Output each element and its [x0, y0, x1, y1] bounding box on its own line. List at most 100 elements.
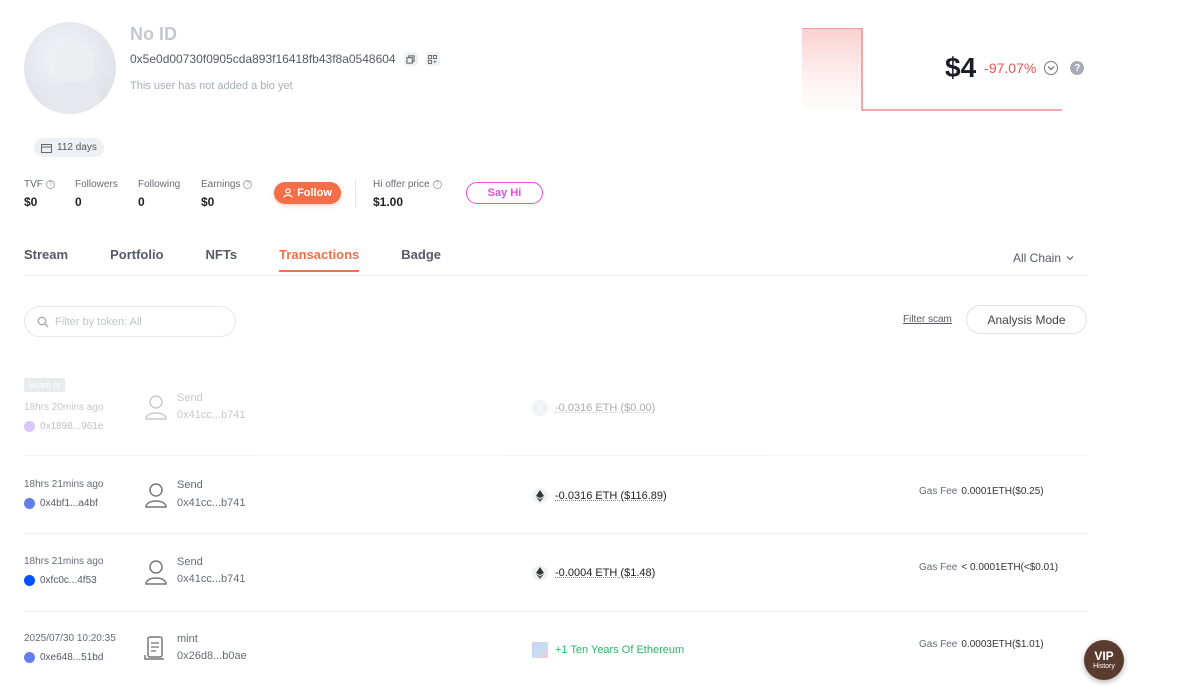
user-add-icon — [283, 188, 293, 198]
follow-button[interactable]: Follow — [274, 182, 341, 204]
tab-badge[interactable]: Badge — [401, 247, 441, 272]
stat-followers-label: Followers — [75, 179, 118, 190]
user-icon — [145, 483, 167, 508]
chain-icon — [24, 421, 35, 432]
gas-fee-value: 0.0003ETH($1.01) — [961, 639, 1044, 650]
chain-select-label: All Chain — [1013, 251, 1062, 265]
profile-tabs: Stream Portfolio NFTs Transactions Badge — [24, 247, 441, 272]
help-icon[interactable]: ? — [45, 180, 55, 189]
avatar-placeholder-icon — [46, 40, 102, 114]
stat-earnings-value: $0 — [201, 195, 215, 209]
table-row[interactable]: Scam tx 18hrs 20mins ago 0x1898...961e S… — [24, 378, 1088, 456]
net-worth: $4 -97.07% ? — [945, 52, 1085, 84]
tx-counterparty[interactable]: 0x41cc...b741 — [177, 497, 246, 509]
tx-time: 2025/07/30 10:20:35 — [24, 633, 116, 644]
user-icon — [145, 560, 167, 585]
tabs-divider — [24, 275, 1088, 276]
stat-earnings-label: Earnings — [201, 179, 241, 190]
account-age-text: 112 days — [57, 142, 97, 153]
gas-fee: Gas Fee < 0.0001ETH(<$0.01) — [919, 562, 1058, 573]
tx-counterparty[interactable]: 0x41cc...b741 — [177, 409, 246, 421]
tx-hash[interactable]: 0xe648...51bd — [40, 652, 103, 663]
search-icon — [37, 316, 49, 327]
vip-history-button[interactable]: VIP History — [1084, 640, 1124, 680]
calendar-icon — [41, 143, 52, 153]
help-icon[interactable]: ? — [432, 180, 442, 189]
stat-tvf: TVF? $0 — [24, 179, 55, 209]
tx-type: Send — [177, 392, 203, 404]
stat-hi-offer-label: Hi offer price — [373, 179, 430, 190]
tx-time: 18hrs 21mins ago — [24, 556, 104, 567]
stats-divider — [355, 178, 356, 208]
stat-following-value: 0 — [138, 195, 145, 209]
tx-amount[interactable]: +1 Ten Years Of Ethereum — [555, 644, 684, 656]
gas-fee-value: 0.0001ETH($0.25) — [961, 486, 1044, 497]
table-row[interactable]: 18hrs 21mins ago 0xfc0c...4f53 Send 0x41… — [24, 534, 1088, 612]
wallet-address: 0x5e0d00730f0905cda893f16418fb43f8a05486… — [130, 52, 396, 66]
gas-fee-value: < 0.0001ETH(<$0.01) — [961, 562, 1059, 573]
tx-type: Send — [177, 556, 203, 568]
gas-fee-label: Gas Fee — [919, 562, 958, 573]
profile-name: No ID — [130, 24, 177, 44]
copy-icon[interactable] — [403, 52, 418, 66]
chevron-down-icon[interactable] — [1044, 61, 1059, 75]
tx-type: mint — [177, 633, 198, 645]
follow-button-label: Follow — [297, 187, 332, 199]
stat-earnings: Earnings? $0 — [201, 179, 253, 209]
tx-time: 18hrs 21mins ago — [24, 479, 104, 490]
stat-followers[interactable]: Followers 0 — [75, 179, 118, 209]
eth-icon — [532, 565, 548, 581]
tx-type: Send — [177, 479, 203, 491]
gas-fee-label: Gas Fee — [919, 639, 958, 650]
gas-fee: Gas Fee 0.0003ETH($1.01) — [919, 639, 1044, 650]
analysis-mode-button[interactable]: Analysis Mode — [966, 305, 1087, 334]
token-filter[interactable] — [24, 306, 236, 337]
tx-hash[interactable]: 0x4bf1...a4bf — [40, 498, 98, 509]
table-row[interactable]: 2025/07/30 10:20:35 0xe648...51bd mint 0… — [24, 612, 1088, 686]
vip-subtitle: History — [1093, 662, 1115, 670]
stat-tvf-label: TVF — [24, 179, 43, 190]
tab-stream[interactable]: Stream — [24, 247, 68, 272]
user-bio: This user has not added a bio yet — [130, 80, 293, 92]
eth-icon — [532, 488, 548, 504]
net-worth-value: $4 — [945, 52, 977, 83]
scroll-icon — [144, 636, 164, 660]
tab-nfts[interactable]: NFTs — [206, 247, 238, 272]
tab-transactions[interactable]: Transactions — [279, 247, 360, 272]
tx-amount[interactable]: -0.0316 ETH ($116.89) — [555, 490, 667, 502]
stat-tvf-value: $0 — [24, 195, 38, 209]
gas-fee: Gas Fee 0.0001ETH($0.25) — [919, 486, 1044, 497]
base-chain-icon — [24, 575, 35, 586]
tx-counterparty[interactable]: 0x41cc...b741 — [177, 573, 246, 585]
generic-token-icon — [532, 400, 548, 416]
stat-hi-offer: Hi offer price? $1.00 — [373, 179, 442, 209]
gas-fee-label: Gas Fee — [919, 486, 958, 497]
tx-counterparty[interactable]: 0x26d8...b0ae — [177, 650, 247, 662]
say-hi-button[interactable]: Say Hi — [466, 182, 543, 204]
tx-amount[interactable]: -0.0004 ETH ($1.48) — [555, 567, 655, 579]
help-icon[interactable]: ? — [1070, 61, 1085, 75]
help-icon[interactable]: ? — [243, 180, 253, 189]
stat-following[interactable]: Following 0 — [138, 179, 180, 209]
nft-thumbnail — [532, 642, 548, 658]
table-row[interactable]: 18hrs 21mins ago 0x4bf1...a4bf Send 0x41… — [24, 456, 1088, 534]
tx-hash[interactable]: 0x1898...961e — [40, 421, 103, 432]
ethereum-chain-icon — [24, 498, 35, 509]
net-worth-change: -97.07% — [984, 60, 1037, 76]
token-filter-input[interactable] — [55, 315, 225, 328]
chain-select[interactable]: All Chain — [1013, 251, 1074, 265]
tab-portfolio[interactable]: Portfolio — [110, 247, 163, 272]
ethereum-chain-icon — [24, 652, 35, 663]
stat-followers-value: 0 — [75, 195, 82, 209]
tx-hash[interactable]: 0xfc0c...4f53 — [40, 575, 97, 586]
avatar — [24, 22, 116, 114]
net-worth-area — [802, 28, 862, 110]
tx-amount[interactable]: -0.0316 ETH ($0.00) — [555, 402, 655, 414]
user-icon — [145, 395, 167, 420]
scam-tag: Scam tx — [24, 378, 65, 392]
filter-scam-link[interactable]: Filter scam — [903, 314, 952, 325]
qr-code-icon[interactable] — [425, 52, 440, 66]
account-age-badge: 112 days — [34, 138, 104, 157]
tx-time: 18hrs 20mins ago — [24, 402, 104, 413]
stat-hi-offer-value: $1.00 — [373, 195, 404, 209]
